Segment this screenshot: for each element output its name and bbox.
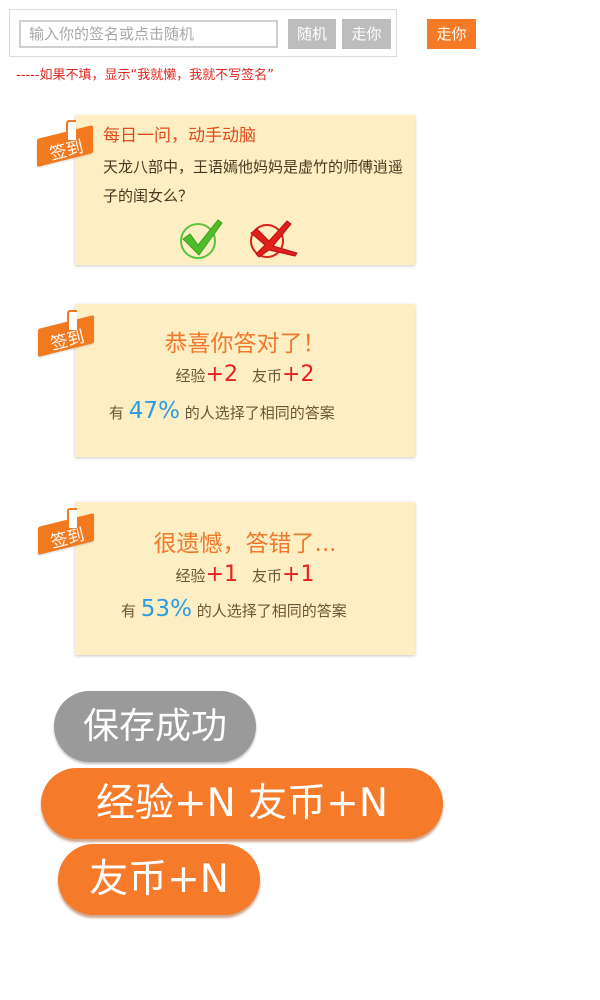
wrong-result-card: 很遗憾，答错了... 经验+1 友币+1 有 53% 的人选择了相同的答案 xyxy=(75,502,415,655)
go-button-orange[interactable]: 走你 xyxy=(427,19,476,49)
wrong-stat: 有 53% 的人选择了相同的答案 xyxy=(121,596,347,622)
checkin-tag: 签到 xyxy=(37,120,97,172)
stat-suffix: 的人选择了相同的答案 xyxy=(196,602,347,620)
go-button-gray[interactable]: 走你 xyxy=(342,19,391,49)
correct-title: 恭喜你答对了！ xyxy=(164,331,326,357)
stat-suffix: 的人选择了相同的答案 xyxy=(184,404,335,422)
stat-prefix: 有 xyxy=(109,404,125,422)
signature-box: 随机 走你 xyxy=(9,9,397,57)
wrong-rewards: 经验+1 友币+1 xyxy=(75,562,415,587)
stat-percent: 53% xyxy=(140,596,192,622)
question-title: 每日一问，动手动脑 xyxy=(103,126,256,146)
exp-coin-toast: 经验+N 友币+N xyxy=(41,768,443,839)
coin-label: 友币 xyxy=(252,367,283,385)
coin-label: 友币 xyxy=(252,567,283,585)
exp-label: 经验 xyxy=(175,367,206,385)
random-button[interactable]: 随机 xyxy=(288,19,336,49)
question-card: 每日一问，动手动脑 天龙八部中，王语嫣他妈妈是虚竹的师傅逍遥子的闺女么？ xyxy=(75,115,415,265)
stat-prefix: 有 xyxy=(121,602,137,620)
exp-label: 经验 xyxy=(175,567,206,585)
correct-stat: 有 47% 的人选择了相同的答案 xyxy=(109,398,335,424)
signature-hint: -----如果不填，显示“我就懒，我就不写签名” xyxy=(16,68,274,83)
question-text: 天龙八部中，王语嫣他妈妈是虚竹的师傅逍遥子的闺女么？ xyxy=(103,158,404,205)
exp-value: +1 xyxy=(205,562,238,587)
stat-percent: 47% xyxy=(128,398,180,424)
coin-value: +1 xyxy=(282,562,315,587)
signature-input[interactable] xyxy=(19,20,278,48)
saved-toast: 保存成功 xyxy=(54,691,256,762)
correct-rewards: 经验+2 友币+2 xyxy=(75,362,415,387)
cross-icon[interactable] xyxy=(247,219,299,259)
checkin-tag: 签到 xyxy=(38,508,98,560)
exp-value: +2 xyxy=(205,362,238,387)
checkin-tag: 签到 xyxy=(38,310,98,362)
check-icon[interactable] xyxy=(178,217,224,259)
coin-value: +2 xyxy=(282,362,315,387)
correct-result-card: 恭喜你答对了！ 经验+2 友币+2 有 47% 的人选择了相同的答案 xyxy=(75,304,415,457)
wrong-title: 很遗憾，答错了... xyxy=(153,531,337,557)
coin-toast: 友币+N xyxy=(58,844,260,915)
